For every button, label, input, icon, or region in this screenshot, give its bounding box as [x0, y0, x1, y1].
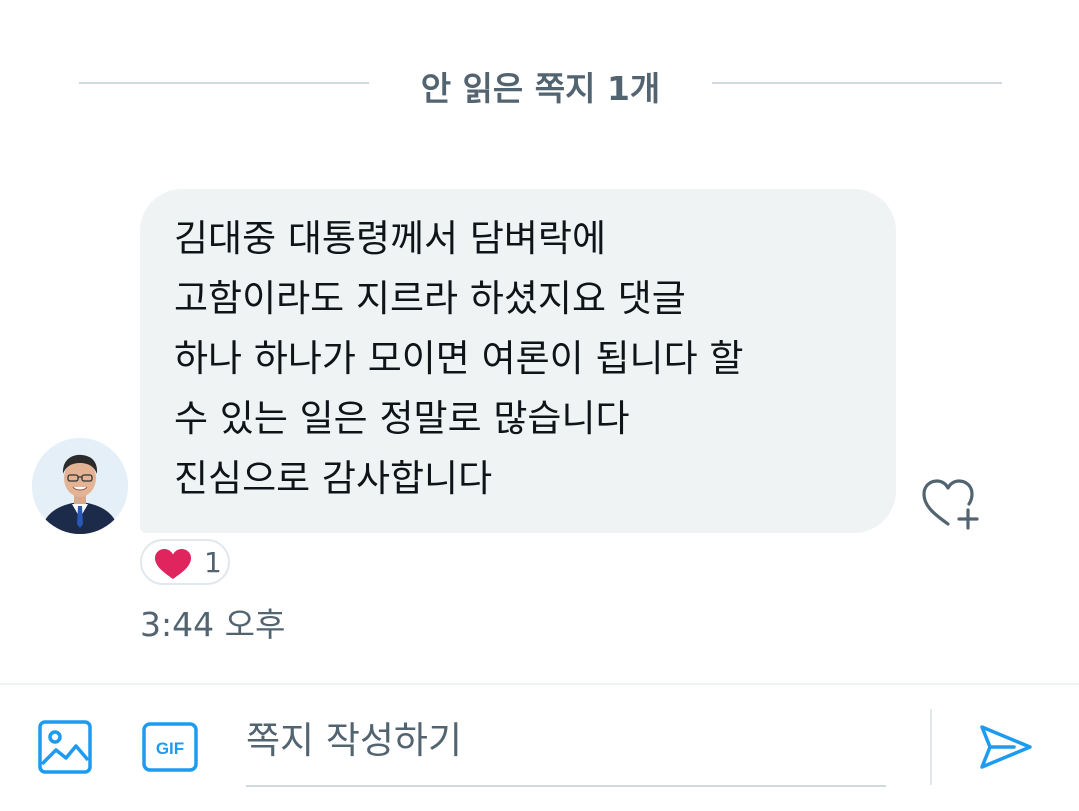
message-line-3: 하나 하나가 모이면 여론이 됩니다 할 — [174, 337, 744, 380]
add-reaction-button[interactable] — [920, 476, 982, 532]
add-gif-button[interactable]: GIF — [141, 721, 199, 777]
message-line-5: 진심으로 감사합니다 — [174, 457, 493, 500]
divider-line-left — [79, 82, 369, 84]
message-input[interactable] — [246, 707, 886, 773]
unread-divider-label: 안 읽은 쪽지 1개 — [420, 69, 661, 108]
svg-text:GIF: GIF — [156, 739, 184, 758]
composer-input-area[interactable] — [246, 707, 886, 787]
avatar-image — [32, 438, 128, 534]
send-button[interactable] — [976, 721, 1034, 777]
message-timestamp: 3:44 오후 — [140, 605, 286, 644]
reaction-pill[interactable]: 1 — [140, 539, 230, 585]
image-icon — [38, 720, 92, 774]
gif-icon: GIF — [142, 722, 198, 772]
message-bubble[interactable]: 김대중 대통령께서 담벼락에 고함이라도 지르라 하셨지요 댓글 하나 하나가 … — [140, 189, 896, 533]
add-media-button[interactable] — [36, 718, 94, 780]
message-line-4: 수 있는 일은 정말로 많습니다 — [174, 397, 630, 440]
reaction-count: 1 — [204, 546, 222, 579]
heart-plus-icon — [922, 479, 979, 530]
sender-avatar[interactable] — [32, 438, 128, 534]
message-line-2: 고함이라도 지르라 하셨지요 댓글 — [174, 277, 686, 320]
heart-icon — [155, 549, 191, 579]
unread-divider: 안 읽은 쪽지 1개 — [0, 58, 1079, 110]
composer-divider — [930, 709, 932, 785]
message-line-1: 김대중 대통령께서 담벼락에 — [174, 217, 607, 260]
send-icon — [980, 725, 1032, 769]
message-composer: GIF — [0, 683, 1079, 811]
divider-line-right — [712, 82, 1002, 84]
